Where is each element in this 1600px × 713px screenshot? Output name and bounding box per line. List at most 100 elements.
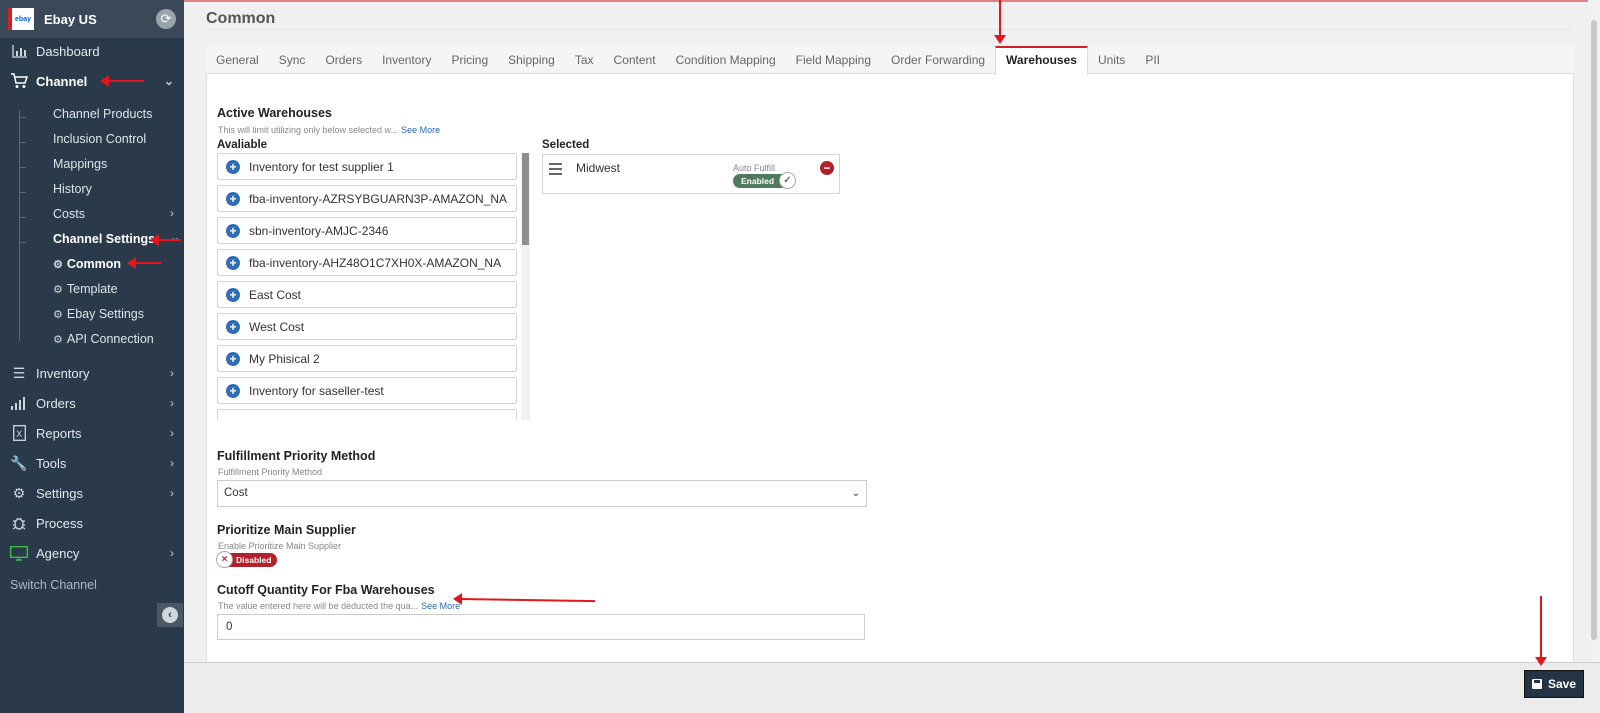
tab-field-mapping[interactable]: Field Mapping <box>786 46 881 74</box>
tab-warehouses[interactable]: Warehouses <box>995 46 1088 75</box>
tree-tick <box>19 192 26 193</box>
remove-icon[interactable]: − <box>820 161 834 175</box>
tab-inventory[interactable]: Inventory <box>372 46 441 74</box>
save-button[interactable]: Save <box>1524 670 1584 698</box>
refresh-icon[interactable]: ⟳ <box>156 9 176 29</box>
channel-name: Ebay US <box>44 11 97 27</box>
list-item[interactable]: + Inventory for test supplier 1 <box>217 153 517 180</box>
sidebar-item-reports[interactable]: X Reports › <box>0 420 184 446</box>
floppy-disk-icon <box>1531 679 1542 689</box>
tab-units[interactable]: Units <box>1088 46 1135 74</box>
sidebar-item-template[interactable]: ⚙ Template <box>53 282 118 296</box>
sidebar-item-process[interactable]: Process <box>0 510 184 536</box>
sidebar-item-tools[interactable]: 🔧 Tools › <box>0 450 184 476</box>
sidebar-item-dashboard[interactable]: Dashboard <box>0 38 184 64</box>
tab-sync[interactable]: Sync <box>269 46 316 74</box>
cutoff-quantity-input[interactable]: 0 <box>217 614 865 640</box>
sidebar-item-agency[interactable]: Agency › <box>0 540 184 566</box>
sidebar-item-settings[interactable]: ⚙ Settings › <box>0 480 184 506</box>
warehouse-name: Inventory for saseller-test <box>249 383 384 398</box>
list-item[interactable]: + Inventory for saseller-test <box>217 377 517 404</box>
sidebar-item-orders[interactable]: Orders › <box>0 390 184 416</box>
chevron-right-icon: › <box>170 426 174 440</box>
list-item[interactable]: + fba-inventory-AZRSYBGUARN3P-AMAZON_NA <box>217 185 517 212</box>
tab-pii[interactable]: PII <box>1135 46 1170 74</box>
bar-chart-icon <box>10 42 28 60</box>
add-icon[interactable]: + <box>226 319 240 334</box>
sidebar-item-inventory[interactable]: ☰ Inventory › <box>0 360 184 386</box>
list-item[interactable]: + My Phisical 2 <box>217 345 517 372</box>
fulfillment-priority-title: Fulfillment Priority Method <box>217 449 376 463</box>
tab-pricing[interactable]: Pricing <box>441 46 498 74</box>
add-icon[interactable]: + <box>226 223 240 238</box>
list-item[interactable] <box>217 409 517 420</box>
tab-condition-mapping[interactable]: Condition Mapping <box>666 46 786 74</box>
sidebar-item-api-connection[interactable]: ⚙ API Connection <box>53 332 154 346</box>
tab-order-forwarding[interactable]: Order Forwarding <box>881 46 995 74</box>
tab-tax[interactable]: Tax <box>565 46 604 74</box>
annotation-arrow <box>1535 596 1547 666</box>
signal-bars-icon <box>10 394 28 412</box>
drag-handle-icon[interactable] <box>549 163 562 178</box>
list-item[interactable]: + sbn-inventory-AMJC-2346 <box>217 217 517 244</box>
footer-bar <box>184 662 1600 713</box>
sidebar-item-channel-settings[interactable]: Channel Settings <box>53 232 155 246</box>
channel-header[interactable]: ebay Ebay US ⟳ <box>0 0 184 38</box>
sidebar-item-label: Orders <box>36 395 76 411</box>
page-scrollbar-thumb[interactable] <box>1591 20 1597 640</box>
sidebar-item-mappings[interactable]: Mappings <box>53 157 107 171</box>
fulfillment-priority-select[interactable]: Cost ⌄ <box>217 480 867 507</box>
tree-tick <box>19 117 26 118</box>
add-icon[interactable]: + <box>226 351 240 366</box>
add-icon[interactable]: + <box>226 191 240 206</box>
prioritize-main-supplier-title: Prioritize Main Supplier <box>217 523 356 537</box>
active-warehouses-title: Active Warehouses <box>217 106 332 120</box>
sidebar-item-ebay-settings[interactable]: ⚙ Ebay Settings <box>53 307 144 321</box>
gear-icon: ⚙ <box>12 484 26 501</box>
sidebar-item-label: Tools <box>36 455 67 471</box>
chevron-right-icon: › <box>170 456 174 470</box>
gear-icon: ⚙ <box>53 309 63 321</box>
list-item[interactable]: + East Cost <box>217 281 517 308</box>
switch-channel-link[interactable]: Switch Channel <box>10 578 97 592</box>
sidebar-item-label: Inventory <box>36 365 90 381</box>
page-scrollbar[interactable] <box>1588 0 1600 662</box>
sidebar-item-costs[interactable]: Costs <box>53 207 85 221</box>
cart-icon <box>10 72 28 90</box>
available-warehouse-list: + Inventory for test supplier 1 + fba-inve… <box>217 153 517 420</box>
list-item[interactable]: + West Cost <box>217 313 517 340</box>
list-item[interactable]: + fba-inventory-AHZ48O1C7XH0X-AMAZON_NA <box>217 249 517 276</box>
sidebar-item-label: Agency <box>36 545 80 561</box>
sidebar-item-channel-products[interactable]: Channel Products <box>53 107 152 121</box>
prioritize-main-supplier-toggle[interactable]: × Disabled <box>216 551 277 568</box>
fulfillment-priority-hint: Fulfillment Priority Method <box>218 467 323 477</box>
active-warehouses-hint: This will limit utilizing only below sel… <box>218 125 440 135</box>
add-icon[interactable]: + <box>226 255 240 270</box>
tab-general[interactable]: General <box>206 46 269 74</box>
gear-icon: ⚙ <box>53 284 63 296</box>
selected-warehouse-item[interactable]: Midwest Auto Fulfill Enabled ✓ − <box>542 154 840 194</box>
sidebar-item-history[interactable]: History <box>53 182 92 196</box>
menu-icon: ☰ <box>12 364 26 381</box>
auto-fulfill-toggle[interactable]: Enabled ✓ <box>733 172 796 189</box>
sidebar-item-inclusion-control[interactable]: Inclusion Control <box>53 132 146 146</box>
sidebar-item-common[interactable]: ⚙ Common <box>53 257 121 271</box>
add-icon[interactable]: + <box>226 159 240 174</box>
list-scrollbar-thumb[interactable] <box>522 153 529 245</box>
warehouse-name: fba-inventory-AHZ48O1C7XH0X-AMAZON_NA <box>249 255 502 270</box>
add-icon[interactable]: + <box>226 383 240 398</box>
add-icon[interactable]: + <box>226 287 240 302</box>
annotation-arrow <box>100 75 144 87</box>
tab-content[interactable]: Content <box>604 46 666 74</box>
available-label: Avaliable <box>217 139 268 151</box>
tab-orders[interactable]: Orders <box>315 46 372 74</box>
warehouse-name: Inventory for test supplier 1 <box>249 159 394 174</box>
settings-tabs: General Sync Orders Inventory Pricing Sh… <box>206 46 1574 75</box>
collapse-sidebar-button[interactable]: ‹ <box>157 603 183 627</box>
page-title: Common <box>206 10 276 27</box>
sidebar-item-channel[interactable]: Channel ⌄ <box>0 68 184 94</box>
select-value: Cost <box>224 487 248 499</box>
tab-shipping[interactable]: Shipping <box>498 46 565 74</box>
sidebar: ebay Ebay US ⟳ Dashboard Channel ⌄ Chann… <box>0 0 184 713</box>
see-more-link[interactable]: See More <box>401 125 440 135</box>
